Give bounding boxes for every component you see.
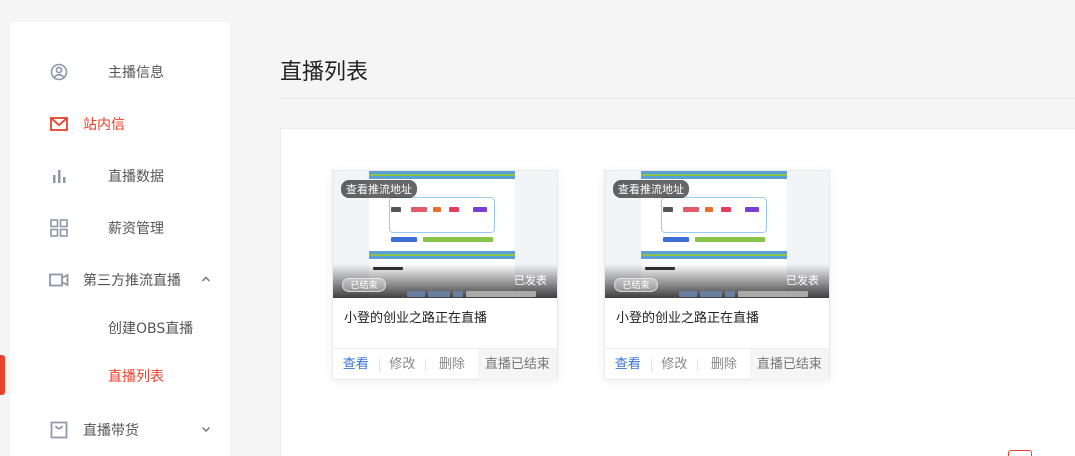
view-button[interactable]: 查看 <box>605 349 651 381</box>
live-thumbnail[interactable]: 查看推流地址 已结束 已发表 <box>333 171 557 298</box>
published-badge: 已发表 <box>786 274 819 287</box>
sidebar-item-label: 站内信 <box>83 117 125 133</box>
sidebar-item-label: 薪资管理 <box>108 221 164 237</box>
user-circle-icon <box>49 62 69 82</box>
pagination-button[interactable] <box>1008 450 1032 456</box>
live-title: 小登的创业之路正在直播 <box>344 311 488 326</box>
view-button[interactable]: 查看 <box>333 349 379 381</box>
delete-button[interactable]: 删除 <box>426 349 478 381</box>
sidebar-item-label: 主播信息 <box>108 65 164 81</box>
page-title: 直播列表 <box>280 60 369 85</box>
shopping-bag-icon <box>49 420 69 440</box>
ended-badge: 已结束 <box>614 278 658 292</box>
divider <box>280 98 1075 99</box>
published-badge: 已发表 <box>514 274 547 287</box>
delete-button[interactable]: 删除 <box>698 349 750 381</box>
edit-button[interactable]: 修改 <box>380 349 426 381</box>
ended-badge: 已结束 <box>342 278 386 292</box>
sidebar-item-label: 第三方推流直播 <box>83 273 181 289</box>
live-card: 查看推流地址 已结束 已发表 小登的创业之路正在直播 查看 修改 删除 直播已结… <box>332 170 558 381</box>
sidebar-item-live-list[interactable]: 直播列表 <box>10 356 230 396</box>
live-thumbnail[interactable]: 查看推流地址 已结束 已发表 <box>605 171 829 298</box>
sidebar-item-create-obs[interactable]: 创建OBS直播 <box>10 308 230 348</box>
sidebar-item-label: 创建OBS直播 <box>108 321 194 337</box>
mail-icon <box>49 114 69 134</box>
card-actions: 查看 修改 删除 直播已结束 <box>605 348 829 381</box>
sidebar: 主播信息 站内信 直播数据 薪资管理 第三方推流直播 创建OBS直播 直播列表 <box>10 22 230 456</box>
live-status: 直播已结束 <box>749 348 829 381</box>
sidebar-item-label: 直播数据 <box>108 169 164 185</box>
edit-button[interactable]: 修改 <box>652 349 698 381</box>
sidebar-item-label: 直播列表 <box>108 369 164 385</box>
sidebar-item-live-data[interactable]: 直播数据 <box>10 156 230 196</box>
view-stream-url-tag[interactable]: 查看推流地址 <box>341 180 417 198</box>
grid-icon <box>49 218 69 238</box>
sidebar-item-salary[interactable]: 薪资管理 <box>10 208 230 248</box>
view-stream-url-tag[interactable]: 查看推流地址 <box>613 180 689 198</box>
live-title: 小登的创业之路正在直播 <box>616 311 760 326</box>
sidebar-item-anchor-info[interactable]: 主播信息 <box>10 52 230 92</box>
chevron-up-icon <box>200 273 214 287</box>
bar-chart-icon <box>49 166 69 186</box>
chevron-down-icon <box>200 423 214 437</box>
video-camera-icon <box>49 270 69 290</box>
sidebar-item-label: 直播带货 <box>83 423 139 439</box>
sidebar-item-third-party-stream[interactable]: 第三方推流直播 <box>10 260 230 300</box>
active-item-marker <box>0 355 5 395</box>
sidebar-item-live-commerce[interactable]: 直播带货 <box>10 410 230 450</box>
live-status: 直播已结束 <box>477 348 557 381</box>
live-card: 查看推流地址 已结束 已发表 小登的创业之路正在直播 查看 修改 删除 直播已结… <box>604 170 830 381</box>
sidebar-item-inbox[interactable]: 站内信 <box>10 104 230 144</box>
card-actions: 查看 修改 删除 直播已结束 <box>333 348 557 381</box>
